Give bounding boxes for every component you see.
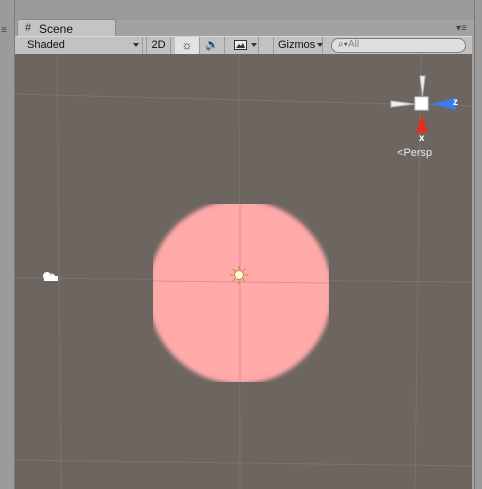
panel-menu-icon[interactable]: ≡ (1, 26, 13, 37)
image-icon (234, 40, 247, 50)
draw-mode-dropdown[interactable]: Shaded (19, 37, 143, 54)
perspective-toggle[interactable]: <Persp (397, 147, 432, 159)
gizmos-dropdown[interactable]: Gizmos (273, 37, 323, 54)
audio-toggle-button[interactable]: 🔊 (200, 37, 225, 54)
right-panel-edge (474, 0, 482, 489)
search-icon: ⌕▾ (338, 39, 348, 50)
chevron-down-icon (317, 43, 323, 47)
left-panel-edge (0, 0, 15, 489)
scene-grid-icon: # (25, 22, 32, 34)
tab-options-icon[interactable]: ▾≡ (456, 24, 472, 35)
chevron-down-icon (133, 43, 139, 47)
z-axis-label: z (453, 97, 458, 108)
search-placeholder: All (348, 39, 360, 50)
chevron-down-icon (251, 43, 257, 47)
scene-toolbar: Shaded 2D ☼ 🔊 Gizmos ⌕▾ All (15, 36, 472, 55)
camera-gizmo-icon[interactable] (43, 272, 58, 281)
sphere-object[interactable] (148, 200, 332, 384)
scene-viewport[interactable]: z x <Persp (15, 54, 472, 489)
speaker-icon: 🔊 (205, 39, 219, 51)
draw-mode-label: Shaded (27, 39, 65, 51)
2d-toggle-button[interactable]: 2D (146, 37, 171, 54)
search-input[interactable]: ⌕▾ All (331, 38, 466, 53)
sun-icon: ☼ (181, 38, 193, 52)
orientation-gizmo[interactable] (390, 75, 456, 133)
tab-label: Scene (39, 22, 74, 36)
x-axis-label: x (419, 133, 425, 144)
lighting-toggle-button[interactable]: ☼ (175, 37, 200, 54)
gizmos-label: Gizmos (278, 39, 316, 51)
window-top-bar (0, 0, 482, 20)
scene-canvas[interactable] (15, 54, 472, 489)
projection-label: Persp (403, 147, 433, 159)
effects-dropdown[interactable] (229, 37, 259, 54)
